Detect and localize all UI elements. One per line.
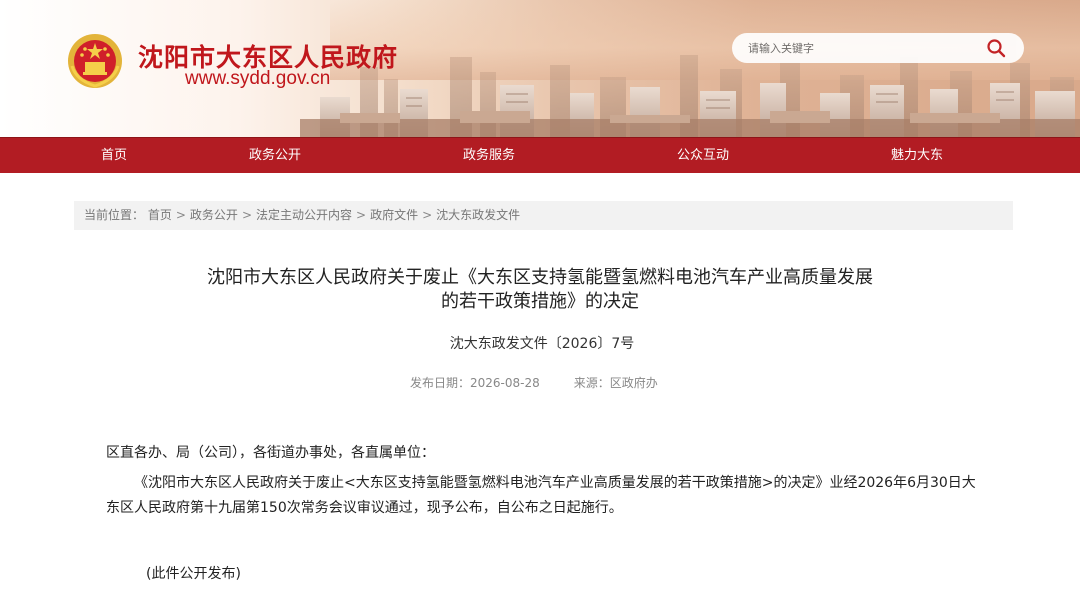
breadcrumb-prefix: 当前位置： — [84, 208, 145, 222]
salutation: 区直各办、局（公司），各街道办事处，各直属单位： — [106, 445, 435, 461]
publish-date-label: 发布日期： — [410, 376, 471, 390]
nav-item-charm-dadong[interactable]: 魅力大东 — [878, 138, 956, 174]
breadcrumb-item-shen-dadong-documents[interactable]: 沈大东政发文件 — [436, 208, 520, 222]
breadcrumb-separator: > — [422, 208, 433, 222]
breadcrumb-separator: > — [356, 208, 367, 222]
nav-item-government-services[interactable]: 政务服务 — [450, 138, 528, 174]
source-value: 区政府办 — [609, 376, 658, 390]
nav-item-government-affairs[interactable]: 政务公开 — [236, 138, 314, 174]
body-paragraph: 《沈阳市大东区人民政府关于废止<大东区支持氢能暨氢燃料电池汽车产业高质量发展的若… — [106, 475, 976, 516]
nav-item-home[interactable]: 首页 — [80, 138, 148, 174]
search-box — [732, 33, 1024, 63]
nav-item-public-interaction[interactable]: 公众互动 — [664, 138, 742, 174]
breadcrumb-item-home[interactable]: 首页 — [148, 208, 172, 222]
breadcrumb-separator: > — [241, 208, 252, 222]
publish-date: 2026-08-28 — [470, 376, 540, 390]
source-label: 来源： — [573, 376, 610, 390]
header-banner: 沈阳市大东区人民政府 www.sydd.gov.cn — [0, 0, 1080, 137]
article-title-line1: 沈阳市大东区人民政府关于废止《大东区支持氢能暨氢燃料电池汽车产业高质量发展 — [207, 267, 873, 288]
article-meta: 发布日期：2026-08-28 来源：区政府办 — [410, 374, 658, 391]
article-title-line2: 的若干政策措施》的决定 — [441, 291, 639, 312]
site-url: www.sydd.gov.cn — [185, 68, 331, 89]
breadcrumb-separator: > — [175, 208, 186, 222]
document-number: 沈大东政发文件〔2026〕7号 — [449, 336, 635, 352]
breadcrumb-item-statutory-disclosure[interactable]: 法定主动公开内容 — [256, 208, 352, 222]
search-input[interactable] — [748, 41, 968, 55]
search-icon[interactable] — [986, 38, 1006, 58]
article-title: 沈阳市大东区人民政府关于废止《大东区支持氢能暨氢燃料电池汽车产业高质量发展 的若… — [0, 266, 1080, 314]
closing-note: (此件公开发布) — [146, 566, 241, 582]
main-nav: 首页 政务公开 政务服务 公众互动 魅力大东 — [0, 137, 1080, 173]
breadcrumb: 当前位置： 首页 > 政务公开 > 法定主动公开内容 > 政府文件 > 沈大东政发文件 — [74, 201, 1013, 230]
breadcrumb-item-government-affairs[interactable]: 政务公开 — [190, 208, 238, 222]
breadcrumb-item-government-documents[interactable]: 政府文件 — [370, 208, 418, 222]
national-emblem-icon — [68, 34, 122, 88]
